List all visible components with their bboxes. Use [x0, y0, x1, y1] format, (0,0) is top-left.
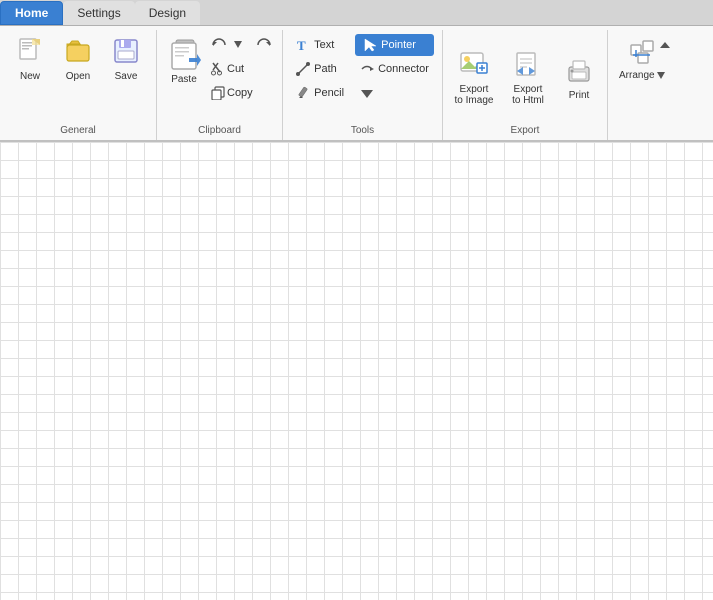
cut-icon [211, 62, 225, 76]
general-items: New Open [8, 34, 148, 123]
undo-dropdown-button[interactable] [232, 34, 246, 56]
arrange-dropdown-icon [657, 72, 665, 80]
undo-row [207, 34, 276, 56]
export-image-label: Export to Image [455, 84, 494, 106]
cut-button[interactable]: Cut [207, 58, 276, 80]
tools-col-1: T Text Path [291, 34, 351, 123]
pointer-tool-button[interactable]: Pointer [355, 34, 434, 56]
print-button[interactable]: Print [557, 34, 601, 123]
save-label: Save [115, 71, 138, 82]
app-container: Home Settings Design [0, 0, 713, 600]
tab-design[interactable]: Design [135, 1, 200, 25]
connector-tool-button[interactable]: Connector [355, 58, 434, 80]
undo-button[interactable] [207, 34, 231, 56]
export-inner: Export to Image Export t [449, 34, 601, 123]
path-label: Path [314, 63, 337, 75]
print-icon [565, 57, 593, 88]
clipboard-right: Cut Copy [207, 34, 276, 123]
open-icon [64, 37, 92, 69]
print-label: Print [569, 90, 590, 101]
export-html-label: Export to Html [512, 84, 544, 106]
new-icon [16, 37, 44, 69]
arrange-icon [628, 37, 656, 68]
open-button[interactable]: Open [56, 34, 100, 85]
canvas[interactable] [0, 142, 713, 600]
clipboard-inner: Paste [163, 34, 276, 123]
group-clipboard: Paste [157, 30, 283, 140]
connector-icon [360, 62, 374, 76]
general-group-label: General [8, 125, 148, 138]
tools-group-label: Tools [289, 125, 436, 138]
new-label: New [20, 71, 40, 82]
path-icon [296, 62, 310, 76]
export-html-button[interactable]: Export to Html [503, 34, 553, 123]
export-html-icon [513, 51, 543, 82]
ribbon: New Open [0, 26, 713, 142]
chevron-up-icon [658, 38, 672, 52]
pencil-icon [296, 86, 310, 100]
group-tools: T Text Path [283, 30, 443, 140]
clipboard-group-label: Clipboard [163, 125, 276, 138]
pointer-label: Pointer [381, 39, 416, 51]
redo-button[interactable] [252, 34, 276, 56]
text-tool-button[interactable]: T Text [291, 34, 351, 56]
copy-icon [211, 86, 225, 100]
tab-bar: Home Settings Design [0, 0, 713, 26]
tools-col-2: Pointer Connector [355, 34, 434, 123]
new-button[interactable]: New [8, 34, 52, 85]
ribbon-collapse-button[interactable] [658, 38, 672, 55]
text-label: Text [314, 39, 334, 51]
path-tool-button[interactable]: Path [291, 58, 351, 80]
cut-label: Cut [227, 63, 244, 75]
copy-label: Copy [227, 87, 253, 99]
group-export: Export to Image Export t [443, 30, 608, 140]
more-icon [360, 86, 374, 100]
tools-inner: T Text Path [291, 34, 434, 123]
pointer-icon [363, 38, 377, 52]
copy-button[interactable]: Copy [207, 82, 276, 104]
connector-label: Connector [378, 63, 429, 75]
paste-button[interactable]: Paste [163, 34, 205, 123]
export-image-icon [459, 51, 489, 82]
save-icon [112, 37, 140, 69]
pencil-tool-button[interactable]: Pencil [291, 82, 351, 104]
tab-settings[interactable]: Settings [63, 1, 134, 25]
export-group-label: Export [449, 125, 601, 138]
group-general: New Open [0, 30, 157, 140]
pencil-label: Pencil [314, 87, 344, 99]
arrange-label: Arrange [619, 70, 655, 81]
paste-label: Paste [171, 74, 197, 85]
group-arrange: Arrange [608, 30, 676, 140]
export-image-button[interactable]: Export to Image [449, 34, 499, 123]
svg-text:T: T [297, 38, 306, 52]
save-button[interactable]: Save [104, 34, 148, 85]
text-icon: T [296, 38, 310, 52]
tab-home[interactable]: Home [0, 1, 63, 25]
tools-more-button[interactable] [355, 82, 434, 104]
open-label: Open [66, 71, 90, 82]
arrange-group-label [614, 136, 670, 138]
